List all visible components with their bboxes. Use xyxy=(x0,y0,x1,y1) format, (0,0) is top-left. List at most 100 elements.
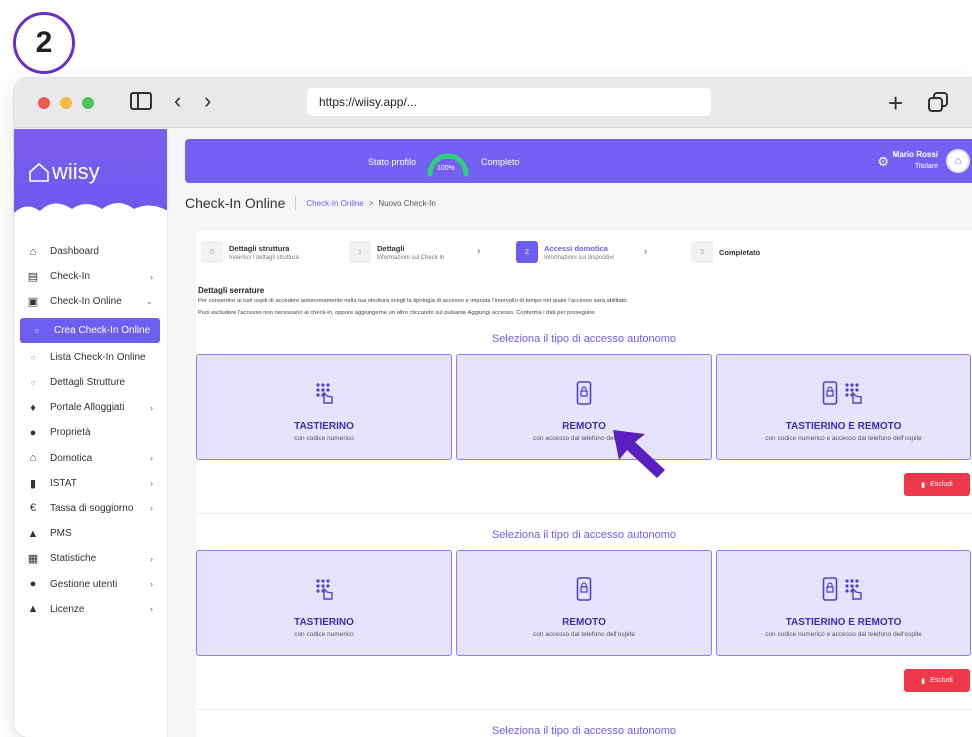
back-icon[interactable]: ‹ xyxy=(174,90,181,112)
wizard-step-subtitle: Inserisci i dettagli struttura xyxy=(229,254,299,261)
sidebar-item-istat[interactable]: ▮ ISTAT › xyxy=(14,471,167,496)
keypad-icon xyxy=(197,381,451,411)
sidebar-item-dashboard[interactable]: ⌂ Dashboard xyxy=(14,239,167,264)
circle-icon: ○ xyxy=(30,352,36,362)
wizard-step-1[interactable]: 1 Dettagli Informazioni sul Check In xyxy=(349,241,444,263)
breadcrumb-current: Nuovo Check-In xyxy=(378,198,436,208)
access-option-subtitle: con codice numerico xyxy=(294,435,354,442)
sidebar-item-statistiche[interactable]: ▦ Statistiche › xyxy=(14,546,167,571)
access-option-title: TASTIERINO xyxy=(294,421,354,432)
wizard-step-2[interactable]: 2 Accessi domotica Informazioni sui dispos… xyxy=(516,241,614,263)
user-group-icon: ● xyxy=(29,578,37,591)
new-tab-icon[interactable]: + xyxy=(888,90,903,116)
wizard-step-number: 1 xyxy=(349,241,371,263)
profile-progress-value: 100% xyxy=(437,165,455,172)
sidebar-item-propriet-[interactable]: ● Proprietà xyxy=(14,420,167,445)
circle-icon: ○ xyxy=(30,378,36,388)
block-divider xyxy=(196,709,972,710)
access-type-heading: Seleziona il tipo di accesso autonomo xyxy=(491,333,677,345)
tabs-overview-icon[interactable] xyxy=(928,92,948,116)
wiisy-logo[interactable]: wiisy xyxy=(28,159,100,185)
access-option-tastierino[interactable]: TASTIERINO con codice numerico xyxy=(196,550,452,656)
sidebar-item-portale-alloggiati[interactable]: ♦ Portale Alloggiati › xyxy=(14,395,167,420)
sidebar-item-domotica[interactable]: ⌂ Domotica › xyxy=(14,446,167,471)
forward-icon[interactable]: › xyxy=(204,90,211,112)
wizard-step-3[interactable]: 3 Completato xyxy=(691,241,760,263)
pointer-arrow-icon xyxy=(613,430,665,478)
wizard-step-0[interactable]: 0 Dettagli struttura Inserisci i dettagli … xyxy=(201,241,299,263)
sidebar-item-dettagli-strutture[interactable]: ○ Dettagli Strutture xyxy=(14,370,167,395)
circle-icon: ○ xyxy=(34,325,40,335)
exclude-button[interactable]: ▮ Escludi xyxy=(904,473,970,496)
sidebar-item-label: Tassa di soggiorno xyxy=(50,502,134,514)
chevron-right-icon: › xyxy=(150,453,153,464)
chevron-right-icon: › xyxy=(150,579,153,590)
wizard-step-subtitle: Informazioni sul Check In xyxy=(377,254,445,261)
clouds-decoration xyxy=(14,203,167,229)
exclude-label: Escludi xyxy=(930,677,953,684)
wizard-arrow-icon: › xyxy=(644,246,648,257)
browser-titlebar: ‹ › https://wiisy.app/... + xyxy=(14,78,972,128)
wizard-step-text: Completato xyxy=(719,248,760,257)
sidebar-item-label: Licenze xyxy=(50,603,85,615)
sidebar-header: wiisy xyxy=(14,129,167,229)
maximize-window-button[interactable] xyxy=(82,96,94,109)
access-option-tastierino[interactable]: TASTIERINO con codice numerico xyxy=(196,354,452,460)
sidebar-item-label: Dettagli Strutture xyxy=(50,377,126,389)
profile-progress-gauge xyxy=(427,153,469,177)
access-type-heading: Seleziona il tipo di accesso autonomo xyxy=(491,529,677,541)
wizard-step-title: Completato xyxy=(719,247,761,257)
close-window-button[interactable] xyxy=(38,96,50,109)
sidebar-item-licenze[interactable]: ▲ Licenze › xyxy=(14,597,167,622)
wizard-step-subtitle: Informazioni sui dispositivi xyxy=(544,254,614,261)
user-role: Titolare xyxy=(914,163,938,170)
location-pin-icon: ● xyxy=(29,426,37,439)
phone-keypad-icon xyxy=(717,577,970,607)
sidebar-item-pms[interactable]: ▲ PMS xyxy=(14,521,167,546)
access-option-title: REMOTO xyxy=(562,617,606,628)
users-icon: ♦ xyxy=(30,401,36,414)
access-option-title: TASTIERINO E REMOTO xyxy=(785,421,902,432)
trash-icon: ▮ xyxy=(921,677,926,685)
profile-status-label: Stato profilo xyxy=(368,157,417,167)
table-icon: ▦ xyxy=(27,553,39,566)
wizard-step-text: Dettagli Informazioni sul Check In xyxy=(377,244,444,261)
access-option-title: TASTIERINO E REMOTO xyxy=(785,617,902,628)
sidebar-item-crea-check-in-online[interactable]: ○ Crea Check-In Online xyxy=(20,317,160,343)
access-option-tastierino-e-remoto[interactable]: TASTIERINO E REMOTO con codice numerico e… xyxy=(716,550,971,656)
main-content: Stato profilo 100% Completo ⚙ Mario Ross… xyxy=(169,129,972,737)
phone-lock-icon xyxy=(457,577,711,607)
exclude-button[interactable]: ▮ Escludi xyxy=(904,669,970,692)
wizard-step-title: Dettagli struttura xyxy=(229,243,290,253)
wizard-steps: 0 Dettagli struttura Inserisci i dettagli … xyxy=(201,241,972,267)
breadcrumb-checkin-online[interactable]: Check-In Online xyxy=(306,199,363,208)
sidebar-item-check-in-online[interactable]: ▣ Check-In Online ⌄ xyxy=(14,289,167,314)
wizard-step-text: Accessi domotica Informazioni sui disposi… xyxy=(544,244,614,261)
chevron-right-icon: › xyxy=(150,604,153,615)
chevron-right-icon: › xyxy=(150,553,153,564)
checkin-card: 0 Dettagli struttura Inserisci i dettagli … xyxy=(196,231,972,737)
user-name: Mario Rossi xyxy=(892,150,938,159)
address-bar[interactable]: https://wiisy.app/... xyxy=(307,88,711,116)
house-logo-icon xyxy=(29,162,49,182)
sidebar-menu: ⌂ Dashboard ▤ Check-In › ▣ Check-In Online ⌄ ○ Cr… xyxy=(14,229,167,622)
wizard-step-title: Dettagli xyxy=(377,243,405,253)
sidebar-item-lista-check-in-online[interactable]: ○ Lista Check-In Online xyxy=(14,345,167,370)
access-option-subtitle: con codice numerico e accesso dal telefo… xyxy=(765,631,922,638)
chevron-right-icon: › xyxy=(150,271,153,282)
access-option-remoto[interactable]: REMOTO con accesso dal telefono dell'ospi… xyxy=(456,550,712,656)
keypad-icon xyxy=(197,577,451,607)
access-option-tastierino-e-remoto[interactable]: TASTIERINO E REMOTO con codice numerico e… xyxy=(716,354,971,460)
calendar-icon: ▣ xyxy=(27,296,39,309)
sidebar-item-label: Check-In xyxy=(50,271,91,283)
minimize-window-button[interactable] xyxy=(60,96,72,109)
sidebar-toggle-icon[interactable] xyxy=(130,92,152,114)
sidebar-item-check-in[interactable]: ▤ Check-In › xyxy=(14,264,167,289)
phone-lock-icon xyxy=(457,381,711,411)
settings-gears-icon[interactable]: ⚙ xyxy=(877,154,889,170)
user-avatar[interactable]: ⌂ xyxy=(946,149,970,173)
euro-icon: € xyxy=(29,502,37,515)
sidebar-item-gestione-utenti[interactable]: ● Gestione utenti › xyxy=(14,571,167,596)
sidebar-item-tassa-di-soggiorno[interactable]: € Tassa di soggiorno › xyxy=(14,496,167,521)
page-title: Check-In Online xyxy=(185,195,286,211)
